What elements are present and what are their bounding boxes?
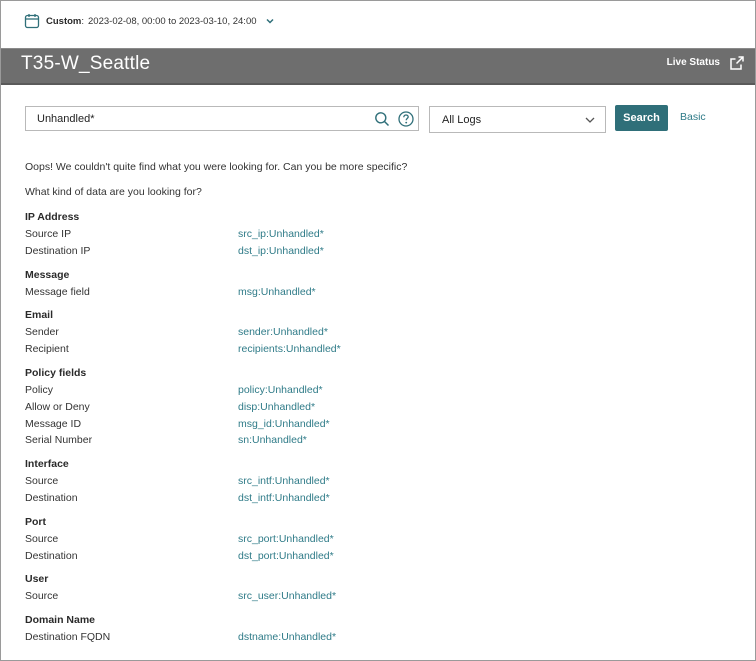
list-item: Sender sender:Unhandled* <box>25 324 625 341</box>
list-item: Serial Number sn:Unhandled* <box>25 432 625 449</box>
list-item: Source src_port:Unhandled* <box>25 531 625 548</box>
log-type-select[interactable]: All Logs <box>429 106 606 133</box>
suggestion-list: IP Address Source IP src_ip:Unhandled* D… <box>25 209 625 646</box>
search-toolbar: All Logs Search Basic <box>1 95 711 142</box>
chevron-down-icon <box>585 117 595 123</box>
search-button[interactable]: Search <box>615 105 668 131</box>
field-label: Message ID <box>25 417 82 430</box>
query-link[interactable]: sender:Unhandled* <box>238 324 328 341</box>
group-port: Port Source src_port:Unhandled* Destinat… <box>25 514 625 565</box>
field-label: Policy <box>25 383 54 396</box>
date-filter-separator: : <box>81 15 85 27</box>
field-label: Allow or Deny <box>25 400 90 413</box>
external-link-icon[interactable] <box>729 55 745 71</box>
field-label: Serial Number <box>25 434 93 447</box>
field-label: Recipient <box>25 343 69 356</box>
list-item: Destination IP dst_ip:Unhandled* <box>25 243 625 260</box>
field-label: Destination FQDN <box>25 631 111 644</box>
query-link[interactable]: src_ip:Unhandled* <box>238 226 324 243</box>
query-link[interactable]: msg_id:Unhandled* <box>238 416 330 433</box>
group-title: Email <box>25 309 54 322</box>
calendar-icon <box>24 14 40 29</box>
log-type-value: All Logs <box>442 114 482 126</box>
search-icon[interactable] <box>374 111 390 127</box>
field-label: Source IP <box>25 228 72 240</box>
query-link[interactable]: src_user:Unhandled* <box>238 588 336 605</box>
list-item: Message field msg:Unhandled* <box>25 284 625 301</box>
query-link[interactable]: dst_ip:Unhandled* <box>238 243 324 260</box>
group-ip-address: IP Address Source IP src_ip:Unhandled* D… <box>25 209 625 260</box>
group-title: Policy fields <box>25 366 87 379</box>
group-policy-fields: Policy fields Policy policy:Unhandled* A… <box>25 365 625 449</box>
group-email: Email Sender sender:Unhandled* Recipient… <box>25 307 625 358</box>
query-link[interactable]: dst_port:Unhandled* <box>238 548 334 565</box>
field-label: Message field <box>25 285 90 298</box>
group-title: IP Address <box>25 211 80 223</box>
query-link[interactable]: disp:Unhandled* <box>238 399 315 416</box>
group-domain-name: Domain Name Destination FQDN dstname:Unh… <box>25 612 625 646</box>
suggestion-prompt: What kind of data are you looking for? <box>25 186 202 198</box>
field-label: Sender <box>25 326 59 339</box>
group-title: Interface <box>25 458 69 471</box>
query-link[interactable]: sn:Unhandled* <box>238 432 307 449</box>
query-link[interactable]: policy:Unhandled* <box>238 382 323 399</box>
field-label: Source <box>25 532 59 545</box>
basic-search-link[interactable]: Basic <box>680 111 706 123</box>
list-item: Destination dst_intf:Unhandled* <box>25 490 625 507</box>
query-link[interactable]: src_port:Unhandled* <box>238 531 334 548</box>
device-header: T35-W_Seattle Live Status <box>1 48 755 85</box>
list-item: Recipient recipients:Unhandled* <box>25 341 625 358</box>
group-message: Message Message field msg:Unhandled* <box>25 267 625 301</box>
field-label: Destination IP <box>25 244 91 257</box>
help-icon[interactable] <box>398 111 414 127</box>
group-user: User Source src_user:Unhandled* <box>25 571 625 605</box>
list-item: Policy policy:Unhandled* <box>25 382 625 399</box>
group-title: User <box>25 573 49 586</box>
group-title: Message <box>25 268 70 281</box>
query-link[interactable]: recipients:Unhandled* <box>238 341 341 358</box>
date-range-selector[interactable]: Custom: 2023-02-08, 00:00 to 2023-03-10,… <box>24 11 275 31</box>
app-frame: Custom: 2023-02-08, 00:00 to 2023-03-10,… <box>0 0 756 661</box>
search-field[interactable] <box>25 106 419 131</box>
date-range-text: 2023-02-08, 00:00 to 2023-03-10, 24:00 <box>88 15 257 27</box>
page-title: T35-W_Seattle <box>21 53 151 74</box>
list-item: Destination dst_port:Unhandled* <box>25 548 625 565</box>
list-item: Source IP src_ip:Unhandled* <box>25 226 625 243</box>
query-link[interactable]: msg:Unhandled* <box>238 284 316 301</box>
list-item: Source src_intf:Unhandled* <box>25 473 625 490</box>
live-status-link[interactable]: Live Status <box>667 57 720 68</box>
query-link[interactable]: dstname:Unhandled* <box>238 629 336 646</box>
date-filter-label: Custom <box>46 15 82 27</box>
list-item: Message ID msg_id:Unhandled* <box>25 416 625 433</box>
field-label: Destination <box>25 491 78 504</box>
chevron-down-icon[interactable] <box>265 16 275 26</box>
field-label: Destination <box>25 549 78 562</box>
list-item: Allow or Deny disp:Unhandled* <box>25 399 625 416</box>
query-link[interactable]: src_intf:Unhandled* <box>238 473 330 490</box>
list-item: Destination FQDN dstname:Unhandled* <box>25 629 625 646</box>
search-input[interactable] <box>26 107 377 130</box>
group-title: Port <box>25 515 46 528</box>
group-interface: Interface Source src_intf:Unhandled* Des… <box>25 456 625 507</box>
field-label: Source <box>25 475 59 488</box>
no-results-message: Oops! We couldn't quite find what you we… <box>25 161 408 173</box>
field-label: Source <box>25 590 59 603</box>
query-link[interactable]: dst_intf:Unhandled* <box>238 490 330 507</box>
list-item: Source src_user:Unhandled* <box>25 588 625 605</box>
group-title: Domain Name <box>25 614 96 627</box>
